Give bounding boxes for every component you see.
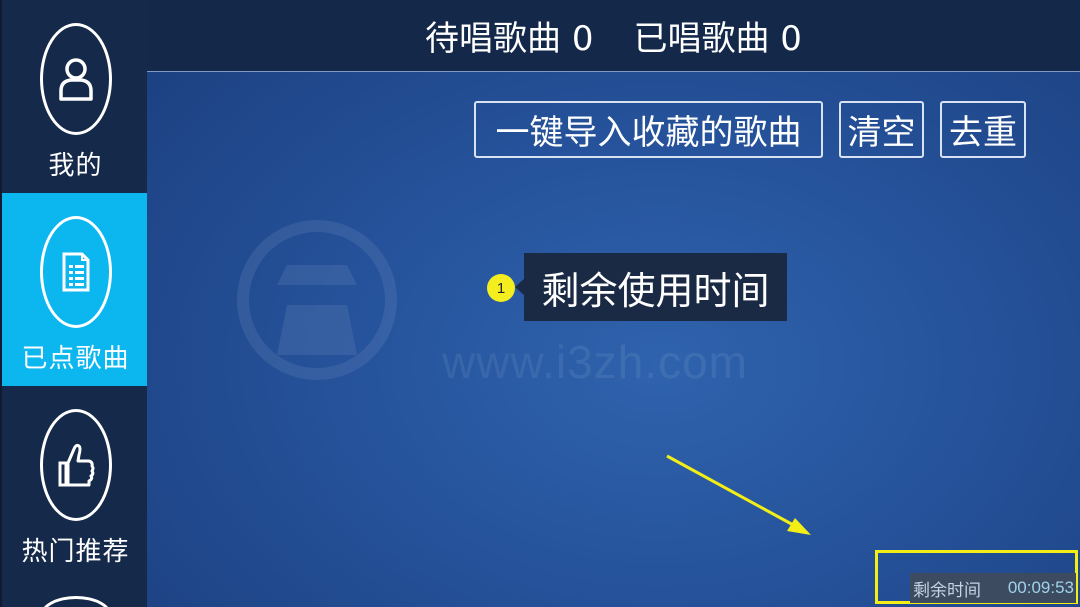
clear-button[interactable]: 清空 — [839, 101, 924, 158]
main-panel: 待唱歌曲 0 已唱歌曲 0 www.i3zh.com 一键导入收藏的歌曲 清空 … — [147, 0, 1080, 607]
remaining-time-label: 剩余时间 — [913, 580, 981, 601]
watermark-logo-icon — [237, 220, 397, 380]
song-count-header: 待唱歌曲 0 已唱歌曲 0 — [147, 0, 1080, 72]
watermark-text: www.i3zh.com — [442, 336, 748, 388]
sidebar-item-label: 我的 — [48, 151, 103, 181]
remaining-time-value: 00:09:53 — [1007, 578, 1074, 597]
sidebar-next-icon — [40, 596, 112, 607]
sidebar-item-label: 已点歌曲 — [21, 344, 130, 374]
waiting-songs-count: 待唱歌曲 0 — [425, 19, 594, 59]
remaining-time-display: 剩余时间 00:09:53 — [910, 573, 1076, 603]
remaining-time-highlight: 剩余时间 00:09:53 — [875, 550, 1078, 604]
annotation-tooltip: 剩余使用时间 — [515, 253, 787, 321]
song-list-icon — [39, 216, 112, 328]
thumbs-up-icon — [39, 409, 112, 521]
sung-songs-count: 已唱歌曲 0 — [633, 19, 802, 59]
user-icon — [39, 23, 112, 135]
sidebar-item-selected-songs[interactable]: 已点歌曲 — [2, 193, 149, 386]
import-favorites-button[interactable]: 一键导入收藏的歌曲 — [474, 101, 823, 158]
dedupe-button[interactable]: 去重 — [940, 101, 1026, 158]
sidebar-item-mine[interactable]: 我的 — [2, 0, 149, 193]
sidebar-item-label: 热门推荐 — [21, 537, 130, 567]
sidebar: 我的 已点歌曲 热门推荐 — [0, 0, 149, 607]
annotation-marker: 1 — [487, 274, 515, 302]
sidebar-item-hot-recommend[interactable]: 热门推荐 — [2, 386, 149, 579]
